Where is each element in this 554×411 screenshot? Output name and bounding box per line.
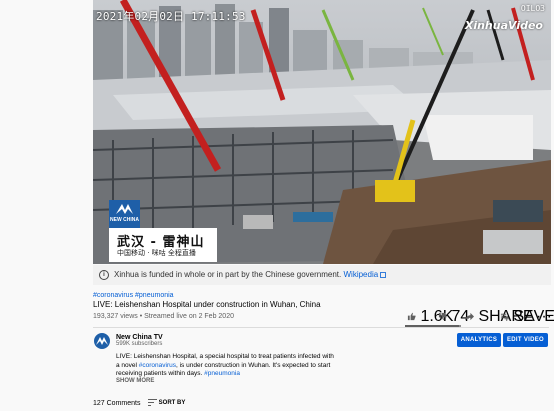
description-text: receiving patients within days. — [116, 370, 205, 378]
comment-count: 127 Comments — [93, 400, 141, 407]
external-link-icon — [380, 271, 387, 278]
show-more-button[interactable]: SHOW MORE — [116, 378, 154, 384]
xinhua-video-watermark: OILO3 XinhuaVideo — [464, 4, 545, 34]
location-caption: 武汉 - 雷神山 中国移动 · 咪咕 全程直播 — [109, 228, 217, 262]
funding-notice: Xinhua is funded in whole or in part by … — [114, 270, 342, 279]
video-title: LIVE: Leishenshan Hospital under constru… — [93, 300, 321, 309]
funding-info-panel: i Xinhua is funded in whole or in part b… — [93, 265, 551, 285]
pneumonia-hashtag-link[interactable]: #pneumonia — [204, 370, 240, 377]
save-playlist-icon — [500, 314, 509, 322]
hashtags[interactable]: #coronavirus #pneumonia — [93, 292, 174, 299]
video-timestamp: 2021年02月02日 17:11:53 — [96, 10, 246, 23]
coronavirus-hashtag-link[interactable]: #coronavirus — [139, 362, 176, 369]
new-china-logo: NEW CHINA — [109, 200, 140, 228]
funding-info-text: Xinhua is funded in whole or in part by … — [114, 270, 387, 279]
wikipedia-link[interactable]: Wikipedia — [343, 270, 378, 279]
subscriber-count: 599K subscribers — [116, 341, 163, 347]
description-line: a novel #coronavirus, is under construct… — [116, 362, 356, 371]
sort-by-label: SORT BY — [158, 400, 186, 407]
channel-avatar[interactable] — [94, 333, 110, 349]
video-meta: 193,327 views • Streamed live on 2 Feb 2… — [93, 313, 234, 320]
section-divider — [93, 327, 549, 328]
video-player[interactable]: 2021年02月02日 17:11:53 OILO3 XinhuaVideo N… — [93, 0, 551, 264]
thumbs-up-icon — [407, 313, 416, 321]
thumbs-down-icon — [438, 313, 447, 321]
caption-broadcast: 中国移动 · 咪咕 全程直播 — [117, 249, 196, 257]
watermark-code: OILO3 — [520, 4, 545, 13]
share-icon — [465, 313, 474, 321]
more-actions-button[interactable]: ··· — [536, 308, 552, 325]
new-china-avatar-icon — [96, 337, 108, 345]
video-description: LIVE: Leishenshan Hospital, a special ho… — [116, 353, 356, 379]
new-china-bird-icon — [116, 204, 133, 214]
description-text: a novel — [116, 361, 139, 369]
analytics-button[interactable]: ANALYTICS — [457, 333, 501, 347]
description-text: , is under construction in Wuhan. It's e… — [176, 361, 331, 369]
edit-video-button[interactable]: EDIT VIDEO — [503, 333, 548, 347]
description-line: LIVE: Leishenshan Hospital, a special ho… — [116, 353, 334, 360]
new-china-logo-text: NEW CHINA — [110, 217, 139, 223]
sort-by-button[interactable]: SORT BY — [148, 399, 185, 406]
youtube-watch-page: 2021年02月02日 17:11:53 OILO3 XinhuaVideo N… — [0, 0, 554, 411]
sort-icon — [148, 399, 157, 406]
construction-scene — [93, 0, 551, 264]
watermark-brand: XinhuaVideo — [464, 19, 543, 32]
more-actions-icon: ··· — [536, 308, 552, 325]
channel-name[interactable]: New China TV — [116, 334, 163, 341]
info-icon: i — [99, 270, 109, 280]
